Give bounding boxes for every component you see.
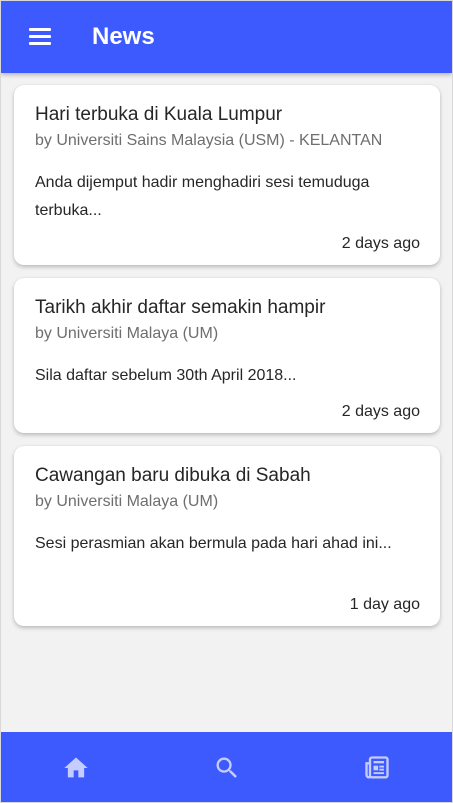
news-source: by Universiti Malaya (UM)	[35, 493, 219, 510]
news-timestamp: 1 day ago	[349, 596, 420, 613]
news-timestamp: 2 days ago	[341, 235, 420, 252]
newspaper-icon[interactable]	[363, 754, 391, 782]
news-card[interactable]: Tarikh akhir daftar semakin hampir by Un…	[14, 278, 440, 433]
news-title: Hari terbuka di Kuala Lumpur	[35, 104, 283, 125]
news-timestamp: 2 days ago	[341, 403, 420, 420]
news-excerpt: Sila daftar sebelum 30th April 2018...	[35, 367, 297, 384]
news-title: Tarikh akhir daftar semakin hampir	[35, 297, 326, 318]
menu-icon[interactable]	[27, 25, 55, 49]
news-feed: Hari terbuka di Kuala Lumpur by Universi…	[14, 85, 440, 639]
app-bar: News	[1, 1, 452, 73]
home-icon[interactable]	[62, 754, 90, 782]
news-title: Cawangan baru dibuka di Sabah	[35, 465, 311, 486]
news-excerpt: Sesi perasmian akan bermula pada hari ah…	[35, 535, 392, 552]
bottom-navigation	[1, 732, 452, 802]
news-source: by Universiti Sains Malaysia (USM) - KEL…	[35, 132, 383, 149]
news-card[interactable]: Hari terbuka di Kuala Lumpur by Universi…	[14, 85, 440, 265]
news-excerpt: Anda dijemput hadir menghadiri sesi temu…	[35, 174, 370, 219]
page-title: News	[92, 23, 155, 50]
news-card[interactable]: Cawangan baru dibuka di Sabah by Univers…	[14, 446, 440, 626]
news-source: by Universiti Malaya (UM)	[35, 325, 219, 342]
app-screen: News Hari terbuka di Kuala Lumpur by Uni…	[0, 0, 453, 803]
search-icon[interactable]	[213, 754, 241, 782]
